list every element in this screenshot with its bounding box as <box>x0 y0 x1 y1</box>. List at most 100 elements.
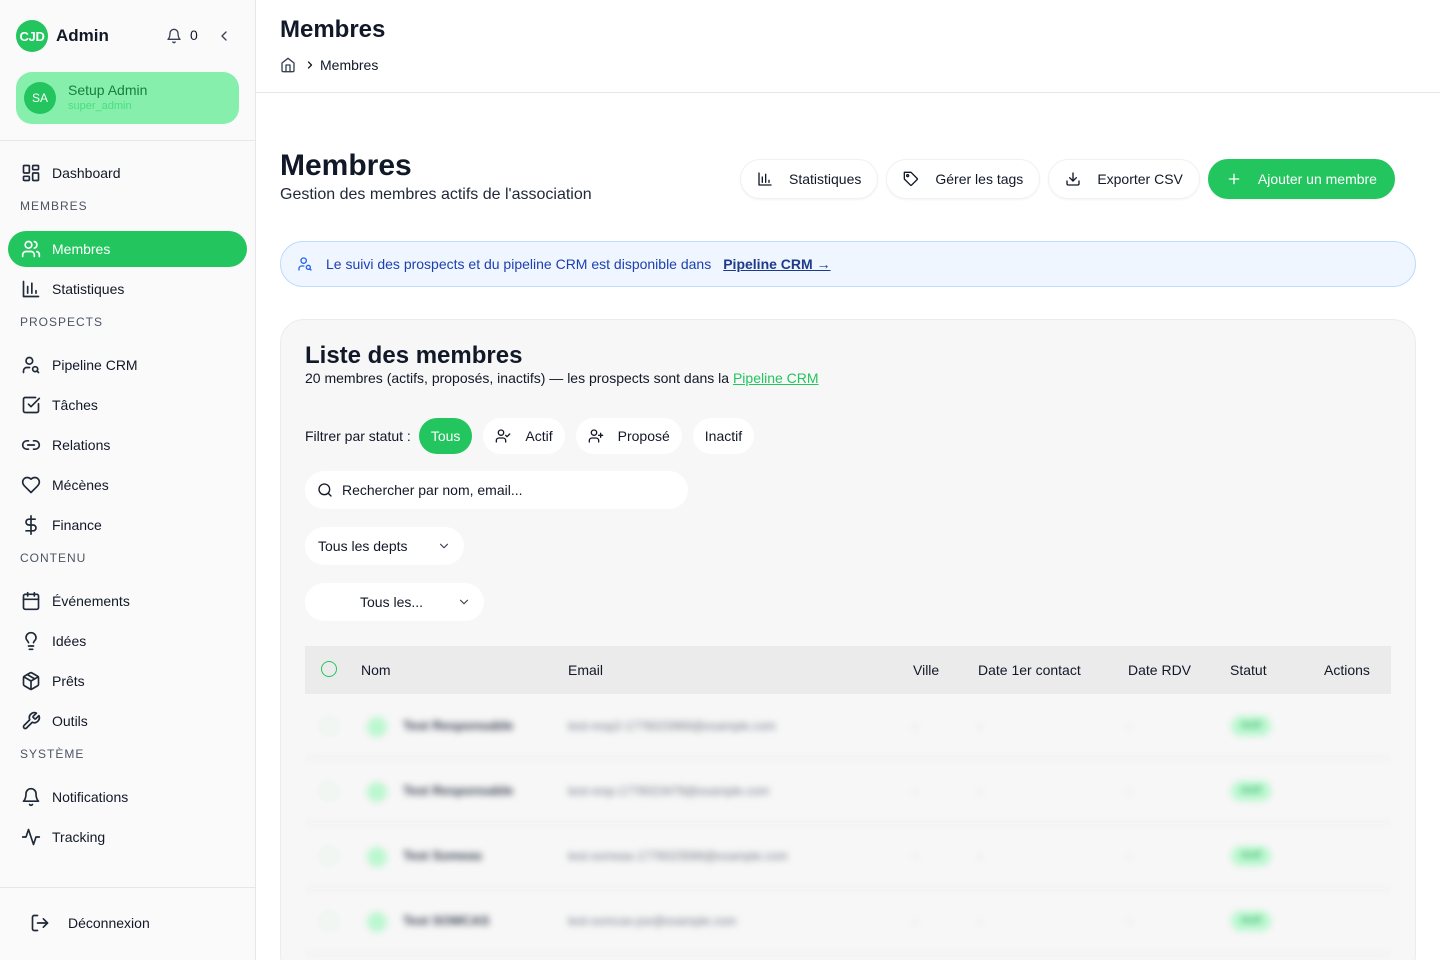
user-search-icon <box>297 256 313 272</box>
column-city[interactable]: Ville <box>913 662 939 678</box>
page-actions: Statistiques Gérer les tags Exporter CSV… <box>740 159 1395 199</box>
chevron-right-icon <box>304 59 316 71</box>
select-all-checkbox[interactable] <box>321 661 337 677</box>
sidebar-item-taches[interactable]: Tâches <box>8 387 247 423</box>
sidebar-item-idees[interactable]: Idées <box>8 623 247 659</box>
secondary-select[interactable]: Tous les... <box>305 583 484 621</box>
column-first-contact[interactable]: Date 1er contact <box>978 662 1081 678</box>
row-checkbox[interactable] <box>321 913 337 929</box>
table-row[interactable]: Test Responsable test-resp-1776023479@exa… <box>305 759 1391 824</box>
users-icon <box>21 239 41 259</box>
filter-label: Filtrer par statut : <box>305 428 411 444</box>
table-body: Test Responsable test-resp2-1776023969@ex… <box>305 694 1391 954</box>
sidebar-item-mecenes[interactable]: Mécènes <box>8 467 247 503</box>
wrench-icon <box>21 711 41 731</box>
row-checkbox[interactable] <box>321 783 337 799</box>
column-email[interactable]: Email <box>568 662 603 678</box>
manage-tags-button[interactable]: Gérer les tags <box>886 159 1041 199</box>
column-actions: Actions <box>1324 662 1370 678</box>
sidebar-item-dashboard[interactable]: Dashboard <box>8 155 247 191</box>
member-name[interactable]: Test Responsable <box>403 718 513 733</box>
list-pipeline-link[interactable]: Pipeline CRM <box>733 370 819 386</box>
member-email: test-resp-1776023479@example.com <box>568 784 769 798</box>
member-name[interactable]: Test Someas <box>403 848 482 863</box>
filter-proposed[interactable]: Proposé <box>575 418 682 454</box>
plus-icon <box>1226 171 1242 187</box>
filter-inactive[interactable]: Inactif <box>692 418 755 454</box>
divider <box>0 140 255 141</box>
sidebar-item-statistiques[interactable]: Statistiques <box>8 271 247 307</box>
checkbox-icon <box>21 395 41 415</box>
member-rdv: - <box>1128 849 1132 863</box>
sidebar-item-label: Statistiques <box>52 281 125 297</box>
sidebar-item-label: Tâches <box>52 397 98 413</box>
avatar <box>367 847 387 867</box>
sidebar-item-notifications[interactable]: Notifications <box>8 779 247 815</box>
sidebar-item-label: Mécènes <box>52 477 109 493</box>
sidebar-item-pipeline-crm[interactable]: Pipeline CRM <box>8 347 247 383</box>
package-icon <box>21 671 41 691</box>
member-first-contact: - <box>978 914 982 928</box>
export-csv-button[interactable]: Exporter CSV <box>1048 159 1200 199</box>
logout-label: Déconnexion <box>68 915 150 931</box>
avatar <box>367 912 387 932</box>
header-title: Membres <box>280 16 386 43</box>
search-input[interactable] <box>342 482 662 498</box>
search-icon <box>317 482 333 498</box>
sidebar-item-prets[interactable]: Prêts <box>8 663 247 699</box>
heart-icon <box>21 475 41 495</box>
table-row[interactable]: Test SOMCAS test-somcas-joe@example.com - -… <box>305 889 1391 954</box>
sidebar-item-label: Finance <box>52 517 102 533</box>
activity-icon <box>21 827 41 847</box>
user-search-icon <box>21 355 41 375</box>
avatar <box>367 717 387 737</box>
department-select[interactable]: Tous les depts <box>305 527 464 565</box>
notifications-bell-icon[interactable] <box>166 28 182 44</box>
sidebar-item-membres[interactable]: Membres <box>8 231 247 267</box>
department-select-value: Tous les depts <box>318 538 408 554</box>
chevron-down-icon <box>457 595 471 609</box>
dollar-icon <box>21 515 41 535</box>
pipeline-crm-link[interactable]: Pipeline CRM → <box>723 256 830 272</box>
sidebar-item-relations[interactable]: Relations <box>8 427 247 463</box>
crm-info-banner: Le suivi des prospects et du pipeline CR… <box>280 241 1416 287</box>
bar-chart-icon <box>21 279 41 299</box>
avatar <box>367 782 387 802</box>
table-row[interactable]: Test Responsable test-resp2-1776023969@ex… <box>305 694 1391 759</box>
filter-active[interactable]: Actif <box>483 418 565 454</box>
table-header: Nom Email Ville Date 1er contact Date RD… <box>305 646 1391 694</box>
user-card[interactable]: SA Setup Admin super_admin <box>16 72 239 124</box>
member-name[interactable]: Test Responsable <box>403 783 513 798</box>
sidebar-item-label: Outils <box>52 713 88 729</box>
download-icon <box>1065 171 1081 187</box>
bar-chart-icon <box>757 171 773 187</box>
table-row[interactable]: Test Someas test-someas-1776023589@exampl… <box>305 824 1391 889</box>
sidebar-item-finance[interactable]: Finance <box>8 507 247 543</box>
list-title: Liste des membres <box>305 342 523 369</box>
member-email: test-resp2-1776023969@example.com <box>568 719 776 733</box>
secondary-select-value: Tous les... <box>360 594 424 610</box>
statistics-button[interactable]: Statistiques <box>740 159 879 199</box>
sidebar-item-outils[interactable]: Outils <box>8 703 247 739</box>
filter-proposed-label: Proposé <box>617 428 670 444</box>
members-list-card: Liste des membres 20 membres (actifs, pr… <box>280 319 1416 960</box>
sidebar-item-evenements[interactable]: Événements <box>8 583 247 619</box>
add-member-button[interactable]: Ajouter un membre <box>1207 159 1395 199</box>
sidebar-item-label: Événements <box>52 593 130 609</box>
column-status[interactable]: Statut <box>1230 662 1267 678</box>
sidebar-item-label: Dashboard <box>52 165 121 181</box>
collapse-sidebar-icon[interactable] <box>216 28 232 44</box>
calendar-icon <box>21 591 41 611</box>
filter-all[interactable]: Tous <box>418 418 473 454</box>
logout-button[interactable]: Déconnexion <box>30 913 150 933</box>
logout-icon <box>30 913 50 933</box>
column-rdv[interactable]: Date RDV <box>1128 662 1191 678</box>
row-checkbox[interactable] <box>321 848 337 864</box>
home-icon[interactable] <box>280 57 296 73</box>
sidebar-item-tracking[interactable]: Tracking <box>8 819 247 855</box>
member-name[interactable]: Test SOMCAS <box>403 913 489 928</box>
column-name[interactable]: Nom <box>361 662 391 678</box>
row-checkbox[interactable] <box>321 718 337 734</box>
banner-text: Le suivi des prospects et du pipeline CR… <box>326 256 712 272</box>
sidebar-item-label: Tracking <box>52 829 106 845</box>
